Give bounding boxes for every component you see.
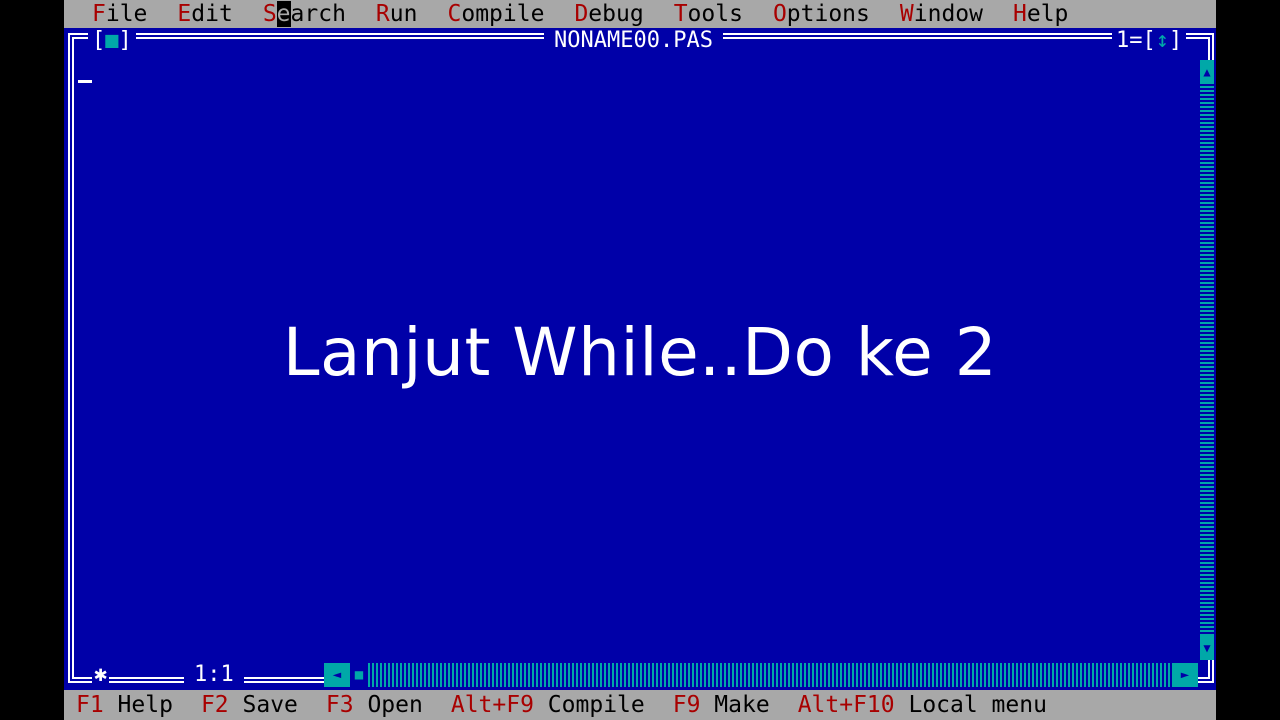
window-zoom-button[interactable]: 1=[↕] — [1112, 28, 1187, 53]
turbo-pascal-screen: File Edit Search Run Compile Debug Tools… — [64, 0, 1216, 720]
menu-search[interactable]: Search — [263, 0, 346, 28]
zoom-icon: ↕ — [1155, 28, 1169, 53]
menu-run[interactable]: Run — [376, 0, 418, 28]
menu-help[interactable]: Help — [1013, 0, 1068, 28]
menu-options[interactable]: Options — [773, 0, 870, 28]
close-icon: ■ — [105, 28, 119, 53]
menu-compile[interactable]: Compile — [447, 0, 544, 28]
menu-file[interactable]: File — [92, 0, 147, 28]
cursor-position: 1:1 — [184, 663, 244, 687]
modified-indicator-icon: ✱ — [92, 662, 110, 687]
menu-bar: File Edit Search Run Compile Debug Tools… — [64, 0, 1216, 28]
scroll-thumb[interactable]: ■ — [350, 663, 368, 687]
status-local-menu[interactable]: Alt+F10 Local menu — [798, 692, 1047, 718]
window-close-button[interactable]: [■] — [88, 29, 136, 53]
mouse-cursor-block: e — [276, 1, 291, 27]
horizontal-scrollbar[interactable]: ◄ ■ ► — [324, 663, 1198, 687]
scroll-left-icon[interactable]: ◄ — [324, 663, 350, 687]
menu-edit[interactable]: Edit — [177, 0, 232, 28]
text-cursor — [78, 80, 92, 83]
window-title: NONAME00.PAS — [544, 28, 723, 54]
status-bar: F1 Help F2 Save F3 Open Alt+F9 Compile F… — [64, 690, 1216, 720]
status-compile[interactable]: Alt+F9 Compile — [451, 692, 645, 718]
scroll-right-icon[interactable]: ► — [1172, 663, 1198, 687]
scroll-up-icon[interactable]: ▲ — [1200, 60, 1214, 84]
menu-debug[interactable]: Debug — [574, 0, 643, 28]
menu-window[interactable]: Window — [900, 0, 983, 28]
status-help[interactable]: F1 Help — [76, 692, 173, 718]
menu-tools[interactable]: Tools — [674, 0, 743, 28]
status-save[interactable]: F2 Save — [201, 692, 298, 718]
status-open[interactable]: F3 Open — [326, 692, 423, 718]
scroll-down-icon[interactable]: ▼ — [1200, 636, 1214, 660]
status-make[interactable]: F9 Make — [673, 692, 770, 718]
overlay-caption: Lanjut While..Do ke 2 — [282, 314, 998, 391]
